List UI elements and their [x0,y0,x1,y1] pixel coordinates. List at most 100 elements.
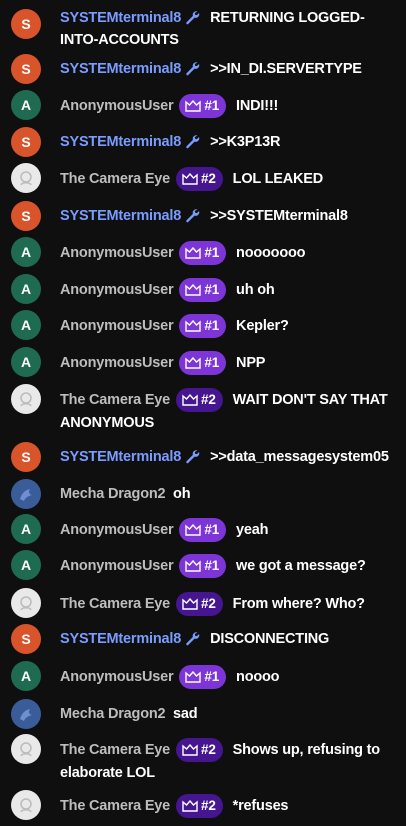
membership-badge: #2 [176,794,223,818]
author-name[interactable]: The Camera Eye [60,596,170,612]
chat-message: A AnonymousUser #1 we got a message? [0,550,406,580]
avatar[interactable]: A [11,347,41,377]
membership-badge: #1 [179,94,227,118]
chat-message: The Camera Eye #2 WAIT DON'T SAY THAT ANON… [0,384,406,434]
message-text: *refuses [232,797,289,814]
avatar[interactable]: A [11,514,41,544]
chat-message: S SYSTEMterminal8 >>SYSTEMterminal8 [0,201,406,231]
avatar[interactable] [11,699,41,729]
avatar[interactable]: S [11,9,41,39]
avatar[interactable]: S [11,127,41,157]
crown-icon [182,744,198,756]
message-text: oh [173,486,191,502]
avatar[interactable]: S [11,201,41,231]
membership-badge: #2 [176,592,223,616]
message-text: From where? Who? [232,595,365,612]
wrench-icon [186,450,200,464]
message-text: we got a message? [236,557,366,574]
crown-icon [182,173,198,185]
wrench-icon [186,209,200,223]
avatar[interactable]: A [11,274,41,304]
chat-message: A AnonymousUser #1 NPP [0,347,406,377]
membership-badge: #1 [179,554,227,578]
author-name[interactable]: AnonymousUser [60,522,174,538]
author-name[interactable]: The Camera Eye [60,392,170,408]
avatar[interactable] [11,479,41,509]
author-name[interactable]: AnonymousUser [60,669,174,685]
message-text: nooooooo [236,244,306,261]
author-name[interactable]: SYSTEMterminal8 [60,10,181,26]
avatar[interactable]: A [11,550,41,580]
membership-badge: #1 [179,241,227,265]
chat-message: S SYSTEMterminal8 >>data_messagesystem05 [0,442,406,472]
camera-avatar-icon [20,596,32,611]
message-text: >>SYSTEMterminal8 [210,208,348,224]
avatar[interactable] [11,163,41,193]
author-name[interactable]: AnonymousUser [60,558,174,574]
author-name[interactable]: The Camera Eye [60,171,170,187]
camera-avatar-icon [20,798,32,813]
crown-icon [185,671,202,683]
crown-icon [185,560,202,572]
membership-badge: #1 [179,518,227,542]
membership-badge: #2 [176,388,223,412]
avatar[interactable]: A [11,310,41,340]
message-text: yeah [236,521,269,538]
author-name[interactable]: SYSTEMterminal8 [60,449,181,465]
dragon-avatar-icon [20,709,32,721]
author-name[interactable]: SYSTEMterminal8 [60,631,181,647]
author-name[interactable]: The Camera Eye [60,742,170,758]
avatar[interactable]: A [11,661,41,691]
crown-icon [182,800,198,812]
chat-message: A AnonymousUser #1 uh oh [0,274,406,304]
membership-badge: #2 [176,167,223,191]
avatar[interactable] [11,588,41,618]
author-name[interactable]: Mecha Dragon2 [60,706,166,722]
author-name[interactable]: AnonymousUser [60,318,174,334]
message-text: >>data_messagesystem05 [210,449,389,465]
avatar[interactable]: A [11,237,41,267]
crown-icon [185,247,202,259]
author-name[interactable]: SYSTEMterminal8 [60,134,181,150]
chat-message: S SYSTEMterminal8 DISCONNECTING [0,624,406,654]
avatar[interactable] [11,790,41,820]
wrench-icon [186,632,200,646]
chat-message: The Camera Eye #2 From where? Who? [0,588,406,618]
chat-message: A AnonymousUser #1 INDI!!! [0,90,406,120]
author-name[interactable]: AnonymousUser [60,245,174,261]
dragon-avatar-icon [20,489,32,501]
chat-message: The Camera Eye #2 LOL LEAKED [0,163,406,193]
author-name[interactable]: SYSTEMterminal8 [60,61,181,77]
author-name[interactable]: Mecha Dragon2 [60,486,166,502]
crown-icon [185,284,202,296]
avatar[interactable]: A [11,90,41,120]
author-name[interactable]: The Camera Eye [60,798,170,814]
avatar[interactable] [11,734,41,764]
avatar[interactable]: S [11,442,41,472]
live-chat: S SYSTEMterminal8 RETURNING LOGGED-INTO-A… [0,0,406,826]
chat-message: A AnonymousUser #1 noooo [0,661,406,691]
message-text: >>IN_DI.SERVERTYPE [210,61,362,77]
message-text: uh oh [236,281,275,298]
chat-message: The Camera Eye #2 Shows up, refusing to el… [0,734,406,784]
chat-message: The Camera Eye #2 *refuses [0,790,406,820]
message-text: INDI!!! [236,97,279,114]
author-name[interactable]: AnonymousUser [60,355,174,371]
message-text: Kepler? [236,317,289,334]
avatar[interactable]: S [11,54,41,84]
chat-message: S SYSTEMterminal8 >>K3P13R [0,127,406,157]
crown-icon [182,598,198,610]
chat-message: A AnonymousUser #1 yeah [0,514,406,544]
membership-badge: #1 [179,278,227,302]
wrench-icon [186,135,200,149]
camera-avatar-icon [20,392,32,407]
avatar[interactable]: S [11,624,41,654]
author-name[interactable]: SYSTEMterminal8 [60,208,181,224]
crown-icon [182,394,198,406]
author-name[interactable]: AnonymousUser [60,98,174,114]
crown-icon [185,100,202,112]
membership-badge: #1 [179,665,227,689]
avatar[interactable] [11,384,41,414]
author-name[interactable]: AnonymousUser [60,282,174,298]
chat-message: A AnonymousUser #1 Kepler? [0,310,406,340]
